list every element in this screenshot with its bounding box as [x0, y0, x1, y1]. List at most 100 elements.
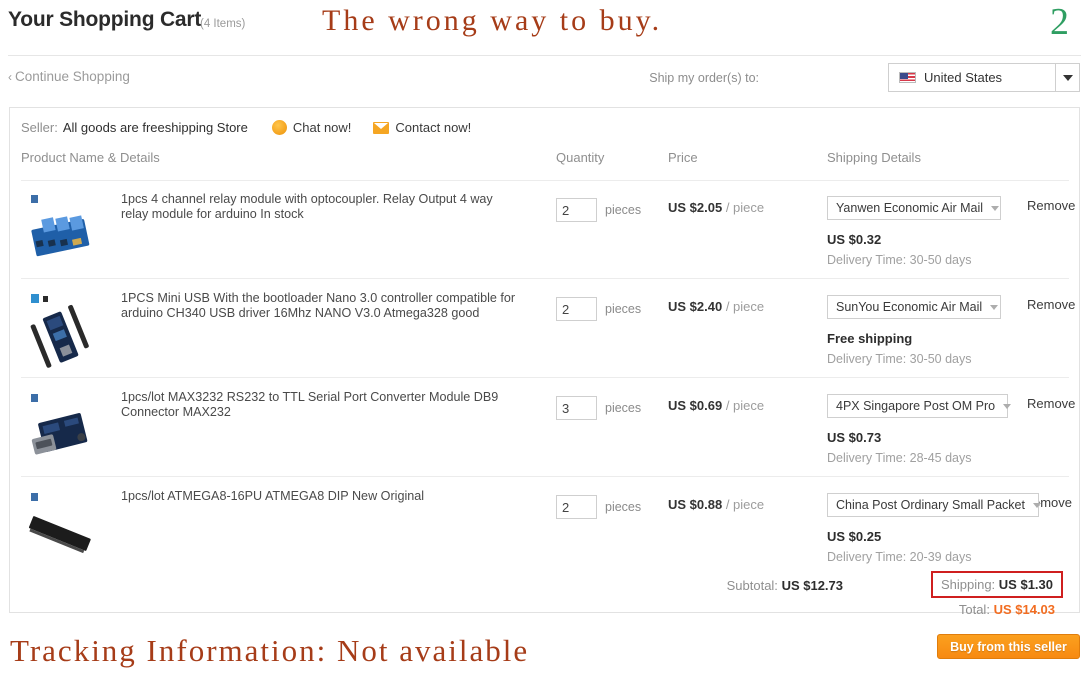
quantity-cell: pieces	[556, 495, 641, 519]
quantity-input[interactable]	[556, 495, 597, 519]
shipping-method-value: SunYou Economic Air Mail	[836, 300, 983, 314]
quantity-unit: pieces	[605, 401, 642, 415]
column-header-shipping: Shipping Details	[827, 150, 921, 165]
ship-to-country-value: United States	[924, 70, 1003, 85]
shipping-cost: US $0.25	[827, 529, 882, 544]
shipping-cost: US $0.32	[827, 232, 882, 247]
mail-icon	[373, 121, 390, 134]
contact-now-label: Contact now!	[395, 120, 472, 135]
product-thumbnail-atmega8-dip[interactable]	[21, 489, 99, 567]
unit-price-suffix: / piece	[725, 200, 765, 215]
delivery-time: Delivery Time: 30-50 days	[827, 253, 972, 267]
quantity-input[interactable]	[556, 297, 597, 321]
quantity-unit: pieces	[605, 203, 642, 217]
unit-price-suffix: / piece	[725, 299, 765, 314]
continue-shopping-link[interactable]: ‹ Continue Shopping	[8, 69, 130, 84]
delivery-time: Delivery Time: 20-39 days	[827, 550, 972, 564]
remove-item-button[interactable]: Remove	[1027, 396, 1075, 411]
page-header: Your Shopping Cart (4 Items) The wrong w…	[0, 0, 1089, 58]
delivery-time: Delivery Time: 30-50 days	[827, 352, 972, 366]
unit-price-suffix: / piece	[725, 497, 765, 512]
cart-items-card: Seller: All goods are freeshipping Store…	[9, 107, 1080, 617]
unit-price: US $0.69 / piece	[668, 398, 764, 413]
ship-to-country-select[interactable]: United States	[888, 63, 1080, 92]
table-row: 1PCS Mini USB With the bootloader Nano 3…	[21, 279, 1075, 378]
delivery-time: Delivery Time: 28-45 days	[827, 451, 972, 465]
unit-price: US $2.40 / piece	[668, 299, 764, 314]
subheader-bar: ‹ Continue Shopping Ship my order(s) to: …	[0, 58, 1089, 104]
chat-now-button[interactable]: Chat now!	[271, 120, 352, 135]
product-thumbnail-max3232-module[interactable]	[21, 390, 99, 468]
shipping-method-value: China Post Ordinary Small Packet	[836, 498, 1025, 512]
contact-now-button[interactable]: Contact now!	[373, 120, 471, 135]
seller-name[interactable]: All goods are freeshipping Store	[63, 120, 248, 135]
product-name[interactable]: 1pcs/lot MAX3232 RS232 to TTL Serial Por…	[121, 390, 521, 420]
product-thumbnail-arduino-nano[interactable]	[21, 291, 99, 369]
annotation-step-number: 2	[1050, 1, 1069, 43]
unit-price: US $0.88 / piece	[668, 497, 764, 512]
header-divider	[8, 55, 1081, 56]
ship-to-label: Ship my order(s) to:	[649, 71, 759, 85]
grand-total-label: Total:	[958, 602, 990, 617]
totals-section: Subtotal: US $12.73 Shipping: US $1.30 T…	[21, 571, 1069, 617]
shipping-total-value: US $1.30	[998, 577, 1053, 592]
shipping-method-value: Yanwen Economic Air Mail	[836, 201, 984, 215]
grand-total-line: Total: US $14.03	[959, 602, 1055, 617]
column-headers: Product Name & Details Quantity Price Sh…	[21, 150, 1069, 176]
quantity-cell: pieces	[556, 396, 641, 420]
shipping-method-value: 4PX Singapore Post OM Pro	[836, 399, 996, 413]
shipping-method-select[interactable]: China Post Ordinary Small Packet	[827, 493, 1041, 517]
quantity-cell: pieces	[556, 198, 641, 222]
shopping-cart-page: Your Shopping Cart (4 Items) The wrong w…	[0, 0, 1089, 694]
unit-price: US $2.05 / piece	[668, 200, 764, 215]
column-header-price: Price	[668, 150, 698, 165]
quantity-unit: pieces	[605, 500, 642, 514]
chat-now-label: Chat now!	[292, 120, 352, 135]
chevron-down-icon	[990, 304, 999, 310]
remove-item-button[interactable]: Remove	[1027, 198, 1075, 213]
remove-item-button[interactable]: Remove	[1027, 297, 1075, 312]
shipping-method-select[interactable]: Yanwen Economic Air Mail	[827, 196, 1001, 220]
chat-icon	[271, 120, 287, 135]
shipping-method-select[interactable]: SunYou Economic Air Mail	[827, 295, 1001, 319]
chevron-down-icon	[1032, 502, 1041, 508]
quantity-unit: pieces	[605, 302, 642, 316]
seller-label: Seller:	[21, 120, 58, 135]
chevron-down-icon	[991, 205, 1000, 211]
unit-price-value: US $0.69	[668, 398, 723, 413]
unit-price-value: US $2.05	[668, 200, 723, 215]
subtotal-line: Subtotal: US $12.73	[727, 578, 843, 593]
product-name[interactable]: 1pcs/lot ATMEGA8-16PU ATMEGA8 DIP New Or…	[121, 489, 521, 504]
subtotal-label: Subtotal:	[726, 578, 778, 593]
page-title: Your Shopping Cart	[8, 8, 202, 31]
quantity-cell: pieces	[556, 297, 641, 321]
annotation-bottom-text: Tracking Information: Not available	[10, 633, 530, 668]
product-thumbnail-relay-module[interactable]	[21, 192, 99, 270]
grand-total-value: US $14.03	[993, 602, 1055, 617]
column-header-quantity: Quantity	[556, 150, 605, 165]
chevron-left-icon: ‹	[8, 70, 12, 84]
cart-item-count: (4 Items)	[200, 18, 246, 30]
annotation-top-text: The wrong way to buy.	[322, 4, 663, 37]
table-row: 1pcs/lot MAX3232 RS232 to TTL Serial Por…	[21, 378, 1075, 477]
seller-row: Seller: All goods are freeshipping Store…	[21, 120, 471, 135]
table-row: 1pcs/lot ATMEGA8-16PU ATMEGA8 DIP New Or…	[21, 477, 1072, 576]
chevron-down-icon[interactable]	[1055, 64, 1079, 91]
column-header-product: Product Name & Details	[21, 150, 160, 165]
us-flag-icon	[899, 72, 916, 83]
quantity-input[interactable]	[556, 396, 597, 420]
quantity-input[interactable]	[556, 198, 597, 222]
subtotal-value: US $12.73	[781, 578, 843, 593]
unit-price-suffix: / piece	[725, 398, 765, 413]
shipping-cost: Free shipping	[827, 331, 913, 346]
chevron-down-icon	[1003, 403, 1012, 409]
product-name[interactable]: 1pcs 4 channel relay module with optocou…	[121, 192, 521, 222]
shipping-method-select[interactable]: 4PX Singapore Post OM Pro	[827, 394, 1012, 418]
shipping-cost: US $0.73	[827, 430, 882, 445]
product-name[interactable]: 1PCS Mini USB With the bootloader Nano 3…	[121, 291, 521, 321]
unit-price-value: US $0.88	[668, 497, 723, 512]
buy-from-seller-button[interactable]: Buy from this seller	[937, 634, 1080, 659]
unit-price-value: US $2.40	[668, 299, 723, 314]
shipping-total-label: Shipping:	[940, 577, 996, 592]
shipping-total-highlight: Shipping: US $1.30	[930, 571, 1063, 598]
